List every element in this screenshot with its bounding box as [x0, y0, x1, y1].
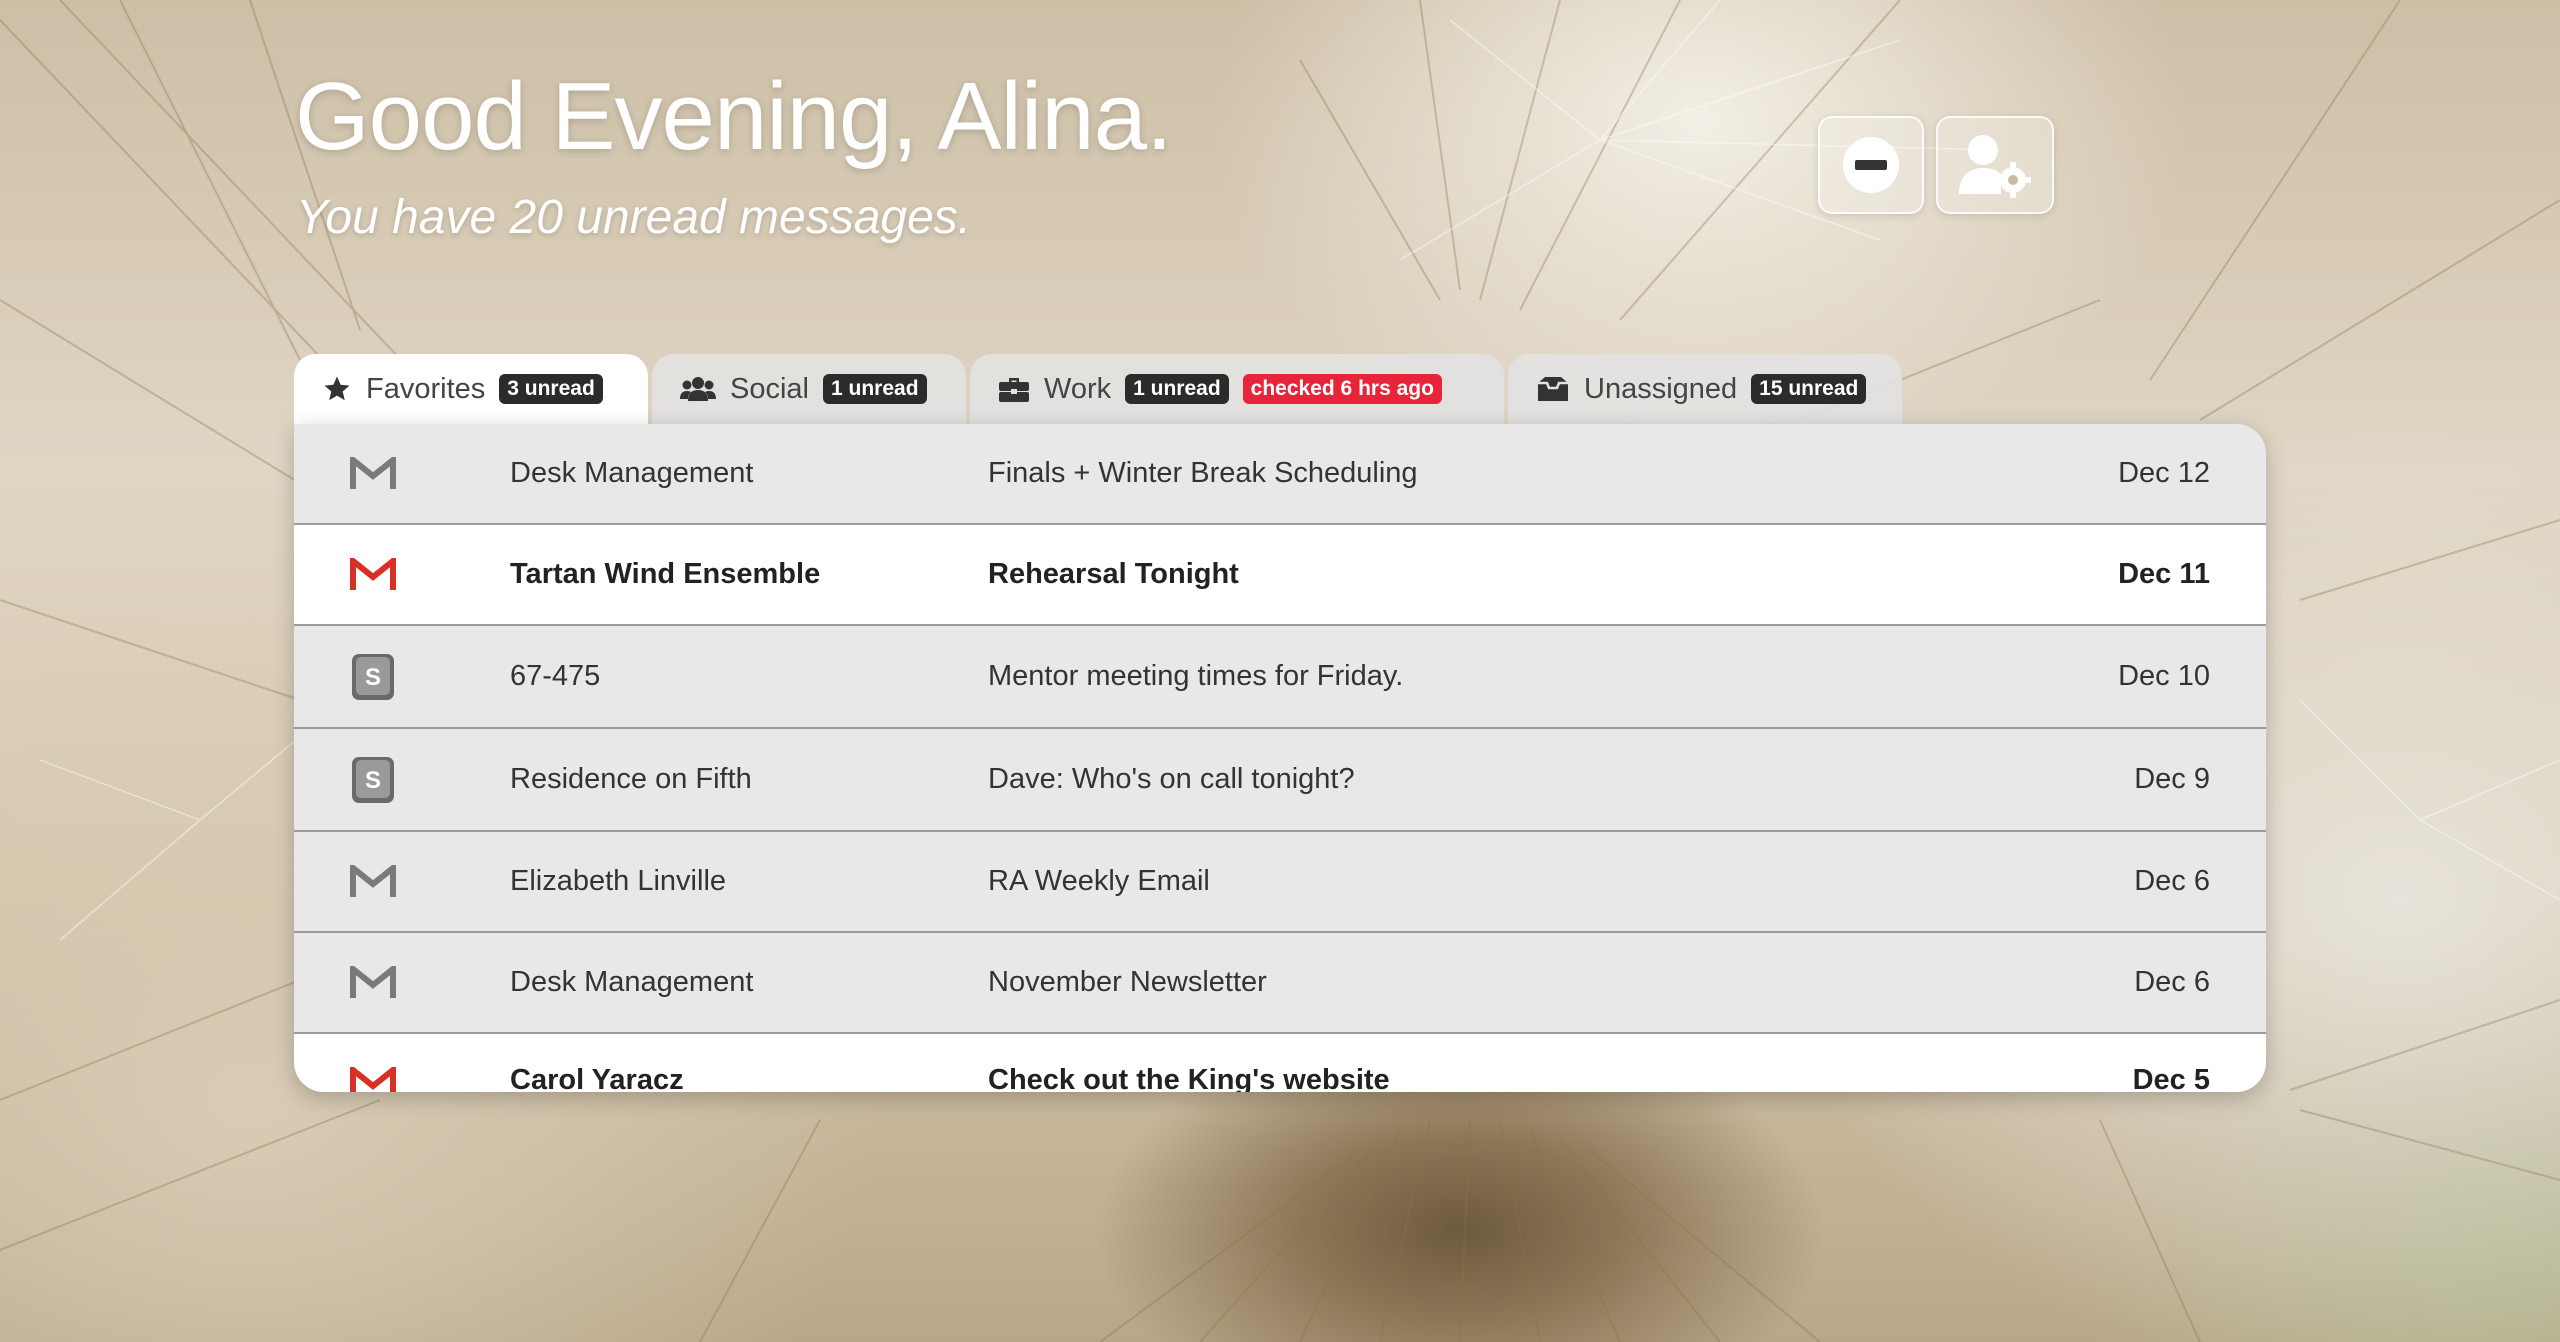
message-date: Dec 11	[2118, 558, 2210, 590]
message-row[interactable]: Elizabeth Linville RA Weekly Email Dec 6	[294, 832, 2266, 933]
message-subject: RA Weekly Email	[988, 865, 1210, 897]
users-icon	[680, 377, 716, 401]
message-subject: Check out the King's website	[988, 1064, 1390, 1092]
inbox-icon	[1538, 377, 1568, 401]
mailbox-tabs: Favorites 3 unread Social 1 unread Work …	[294, 354, 1902, 424]
gmail-icon	[348, 961, 398, 1005]
message-sender: Residence on Fifth	[510, 763, 752, 795]
svg-text:S: S	[365, 664, 381, 691]
greeting-heading: Good Evening, Alina.	[295, 63, 1173, 170]
sync-status-badge: checked 6 hrs ago	[1242, 374, 1442, 404]
message-row[interactable]: S Residence on Fifth Dave: Who's on call…	[294, 729, 2266, 832]
message-row[interactable]: Desk Management Finals + Winter Break Sc…	[294, 424, 2266, 525]
svg-text:S: S	[365, 767, 381, 794]
tab-label: Unassigned	[1584, 372, 1738, 405]
message-sender: Carol Yaracz	[510, 1064, 684, 1092]
message-row[interactable]: Desk Management November Newsletter Dec …	[294, 933, 2266, 1034]
message-subject: Finals + Winter Break Scheduling	[988, 457, 1418, 489]
minus-circle-icon	[1843, 137, 1899, 193]
unread-summary: You have 20 unread messages.	[296, 191, 972, 244]
message-row[interactable]: Tartan Wind Ensemble Rehearsal Tonight D…	[294, 525, 2266, 626]
do-not-disturb-button[interactable]	[1818, 116, 1924, 214]
gmail-icon	[348, 452, 398, 496]
star-icon	[324, 376, 350, 401]
message-list: Desk Management Finals + Winter Break Sc…	[294, 424, 2266, 1092]
message-sender: 67-475	[510, 660, 601, 692]
message-sender: Tartan Wind Ensemble	[510, 558, 821, 590]
tab-favorites[interactable]: Favorites 3 unread	[294, 354, 648, 424]
account-settings-button[interactable]	[1936, 116, 2054, 214]
message-subject: Mentor meeting times for Friday.	[988, 660, 1404, 692]
message-date: Dec 6	[2134, 865, 2210, 897]
gmail-icon	[348, 860, 398, 904]
message-sender: Desk Management	[510, 966, 754, 998]
message-sender: Elizabeth Linville	[510, 865, 727, 897]
gmail-icon	[348, 1062, 398, 1092]
tab-label: Social	[730, 372, 809, 405]
message-date: Dec 6	[2134, 966, 2210, 998]
unread-count-badge: 1 unread	[823, 374, 927, 404]
message-date: Dec 10	[2118, 660, 2210, 692]
tab-work[interactable]: Work 1 unread checked 6 hrs ago	[970, 354, 1504, 424]
message-subject: Rehearsal Tonight	[988, 558, 1239, 590]
gmail-icon	[348, 553, 398, 597]
message-date: Dec 12	[2118, 457, 2210, 489]
tab-social[interactable]: Social 1 unread	[652, 354, 966, 424]
message-sender: Desk Management	[510, 457, 754, 489]
tab-label: Work	[1044, 372, 1112, 405]
unread-count-badge: 1 unread	[1125, 374, 1229, 404]
slack-icon: S	[348, 756, 398, 803]
slack-icon: S	[348, 653, 398, 700]
tab-unassigned[interactable]: Unassigned 15 unread	[1508, 354, 1902, 424]
message-date: Dec 9	[2134, 763, 2210, 795]
message-row[interactable]: Carol Yaracz Check out the King's websit…	[294, 1034, 2266, 1092]
unread-count-badge: 3 unread	[499, 374, 603, 404]
message-subject: November Newsletter	[988, 966, 1267, 998]
tab-label: Favorites	[366, 372, 486, 405]
briefcase-icon	[999, 378, 1029, 402]
message-row[interactable]: S 67-475 Mentor meeting times for Friday…	[294, 626, 2266, 729]
unread-count-badge: 15 unread	[1751, 374, 1867, 404]
message-date: Dec 5	[2132, 1064, 2210, 1092]
message-subject: Dave: Who's on call tonight?	[988, 763, 1355, 795]
user-gear-icon	[1959, 135, 2031, 198]
